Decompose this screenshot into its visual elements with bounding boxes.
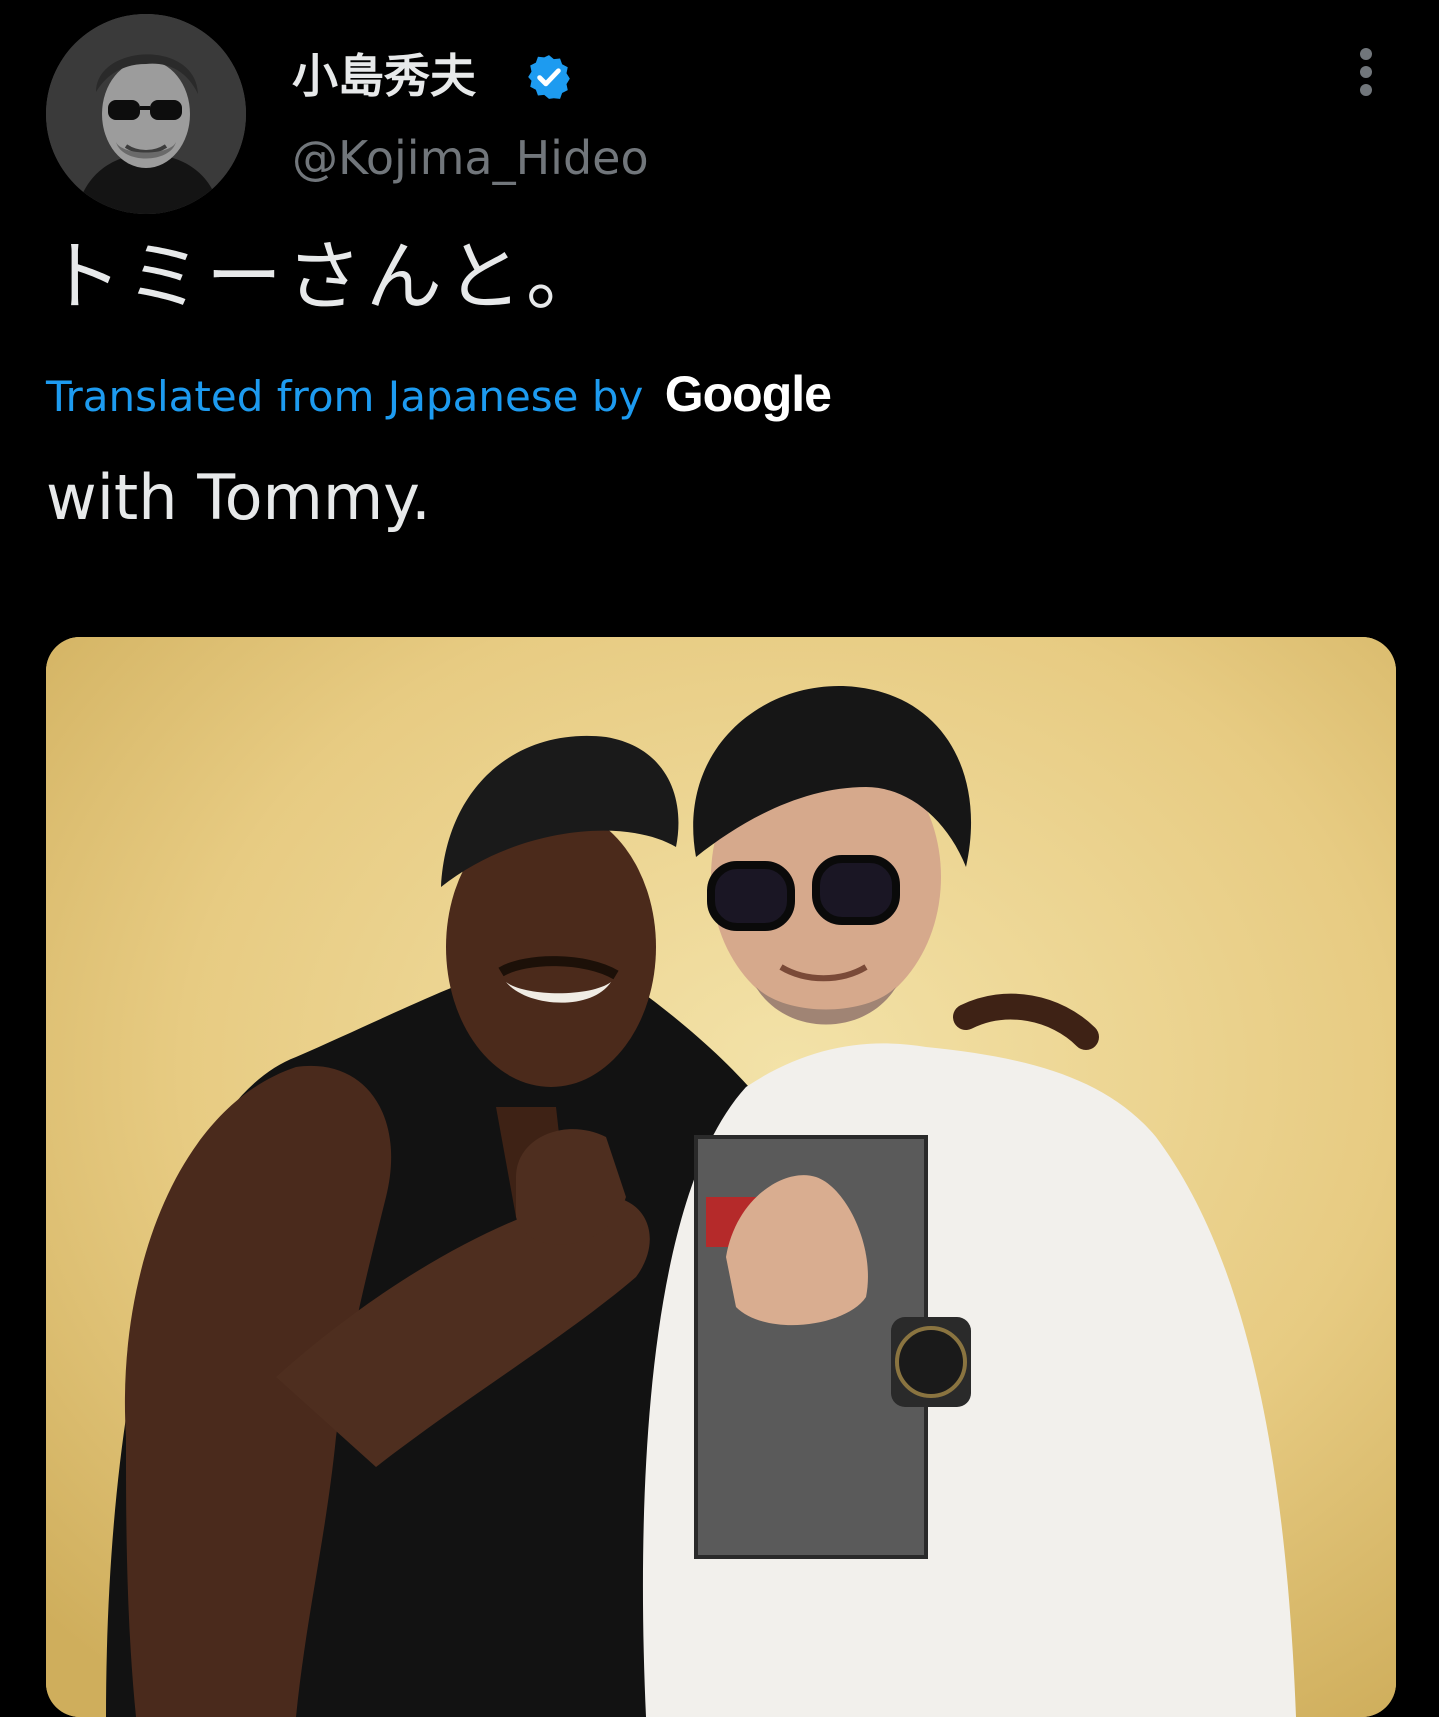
more-options-icon-dot (1360, 66, 1372, 78)
author-handle[interactable]: @Kojima_Hideo (292, 128, 649, 188)
translated-tweet-text: with Tommy. (46, 461, 431, 534)
more-options-icon-dot (1360, 84, 1372, 96)
verified-badge-icon (528, 55, 570, 99)
more-options-icon (1360, 48, 1372, 60)
tweet-photo[interactable] (46, 637, 1396, 1717)
google-logo: Google (664, 366, 832, 422)
avatar[interactable] (46, 14, 246, 214)
avatar-portrait (46, 14, 246, 214)
tweet-text: トミーさんと。 (46, 232, 606, 321)
photo-illustration (46, 637, 1396, 1717)
translation-label-link[interactable]: Translated from Japanese by (46, 372, 643, 421)
more-options-button[interactable] (1346, 42, 1386, 102)
author-display-name[interactable]: 小島秀夫 (292, 44, 476, 108)
translation-note: Translated from Japanese by Google (46, 364, 832, 427)
